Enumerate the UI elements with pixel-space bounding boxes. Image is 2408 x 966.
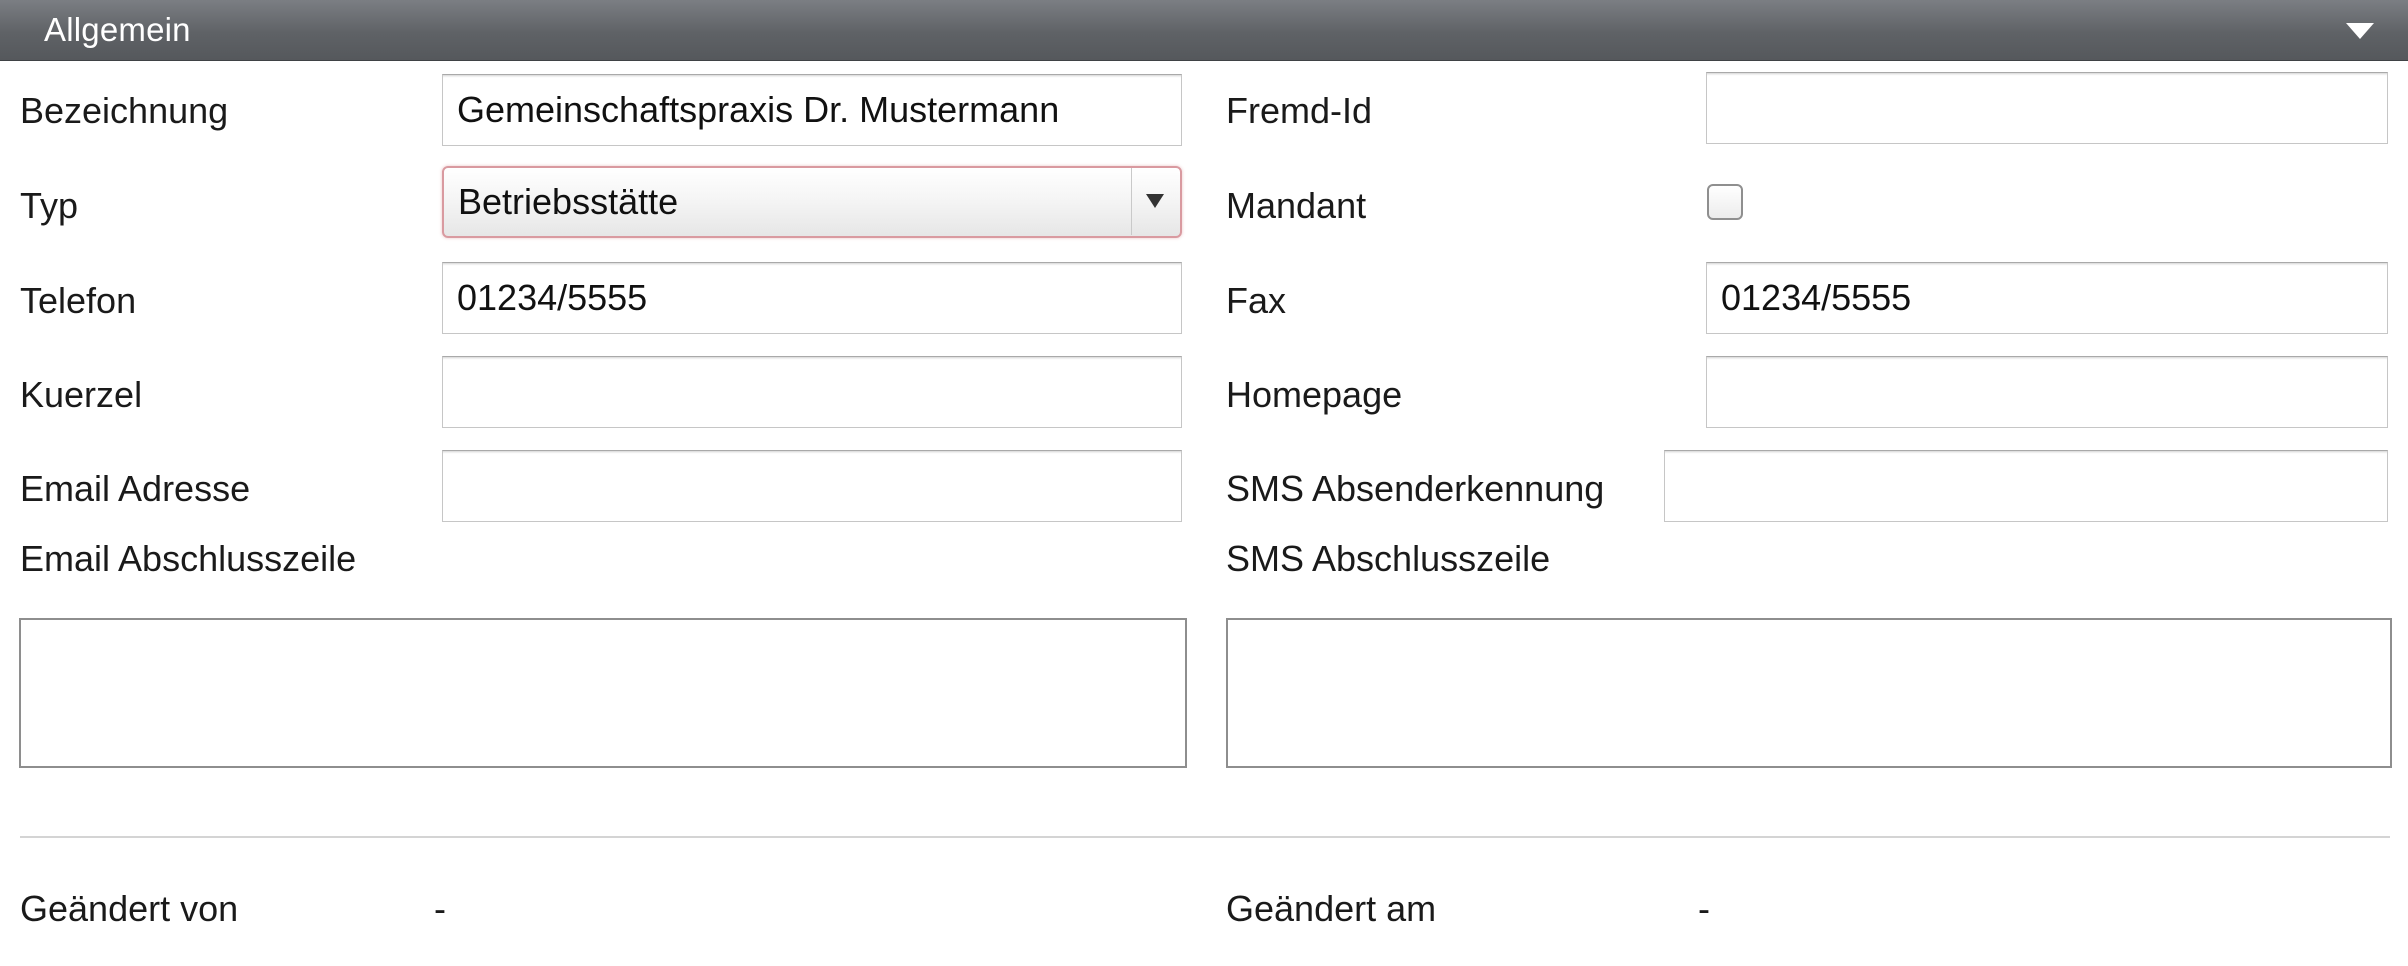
- select-dropdown-button[interactable]: [1131, 168, 1180, 235]
- email-abschlusszeile-textarea[interactable]: [19, 618, 1187, 768]
- divider: [20, 836, 2390, 838]
- fremd-id-label: Fremd-Id: [1226, 90, 1373, 131]
- mandant-checkbox[interactable]: [1707, 184, 1743, 220]
- geaendert-am-label: Geändert am: [1226, 888, 1437, 929]
- triangle-down-icon: [1146, 194, 1164, 208]
- geaendert-von-value: -: [434, 888, 446, 929]
- fax-input[interactable]: 01234/5555: [1706, 262, 2388, 334]
- kuerzel-input[interactable]: [442, 356, 1182, 428]
- telefon-label: Telefon: [20, 280, 137, 321]
- geaendert-am-value: -: [1698, 888, 1710, 929]
- typ-select-value: Betriebsstätte: [458, 181, 679, 222]
- telefon-input[interactable]: 01234/5555: [442, 262, 1182, 334]
- email-adresse-label: Email Adresse: [20, 468, 251, 509]
- sms-absenderkennung-label: SMS Absenderkennung: [1226, 468, 1605, 509]
- triangle-down-icon[interactable]: [2344, 21, 2376, 41]
- sms-abschlusszeile-textarea[interactable]: [1226, 618, 2392, 768]
- typ-label: Typ: [20, 185, 79, 226]
- email-abschlusszeile-label: Email Abschlusszeile: [20, 538, 357, 579]
- sms-absenderkennung-input[interactable]: [1664, 450, 2388, 522]
- kuerzel-label: Kuerzel: [20, 374, 143, 415]
- geaendert-von-label: Geändert von: [20, 888, 239, 929]
- fremd-id-input[interactable]: [1706, 72, 2388, 144]
- homepage-input[interactable]: [1706, 356, 2388, 428]
- homepage-label: Homepage: [1226, 374, 1403, 415]
- sms-abschlusszeile-label: SMS Abschlusszeile: [1226, 538, 1551, 579]
- email-adresse-input[interactable]: [442, 450, 1182, 522]
- panel-title: Allgemein: [44, 11, 191, 48]
- fax-label: Fax: [1226, 280, 1287, 321]
- bezeichnung-label: Bezeichnung: [20, 90, 229, 131]
- mandant-label: Mandant: [1226, 185, 1367, 226]
- typ-select[interactable]: Betriebsstätte: [442, 166, 1182, 238]
- bezeichnung-input[interactable]: Gemeinschaftspraxis Dr. Mustermann: [442, 74, 1182, 146]
- panel-header[interactable]: Allgemein: [0, 0, 2408, 61]
